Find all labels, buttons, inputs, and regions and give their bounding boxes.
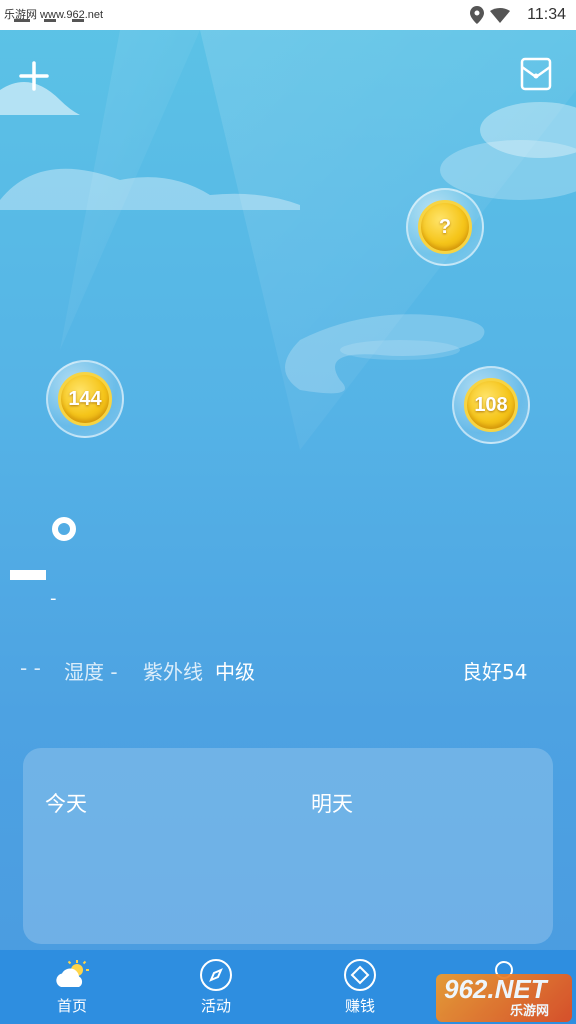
temperature-placeholder (10, 570, 46, 580)
coin-bubble[interactable]: ? (406, 188, 484, 266)
status-bar: 乐游网 www.962.net 11:34 (0, 0, 576, 30)
tab-label: 赚钱 (344, 997, 375, 1015)
humidity-info: 湿度 - (64, 660, 118, 684)
coin-bubble[interactable]: 108 (452, 366, 530, 444)
uv-value: 中级 (215, 660, 255, 684)
tab-home[interactable]: 首页 (0, 950, 144, 1024)
weather-description: - (50, 588, 57, 609)
tab-earn[interactable]: 赚钱 (288, 950, 432, 1024)
coin-bubble[interactable]: 144 (46, 360, 124, 438)
coin-value: 108 (474, 393, 508, 416)
coin-value: 144 (68, 387, 102, 410)
compass-icon (197, 958, 235, 992)
coin-icon: 108 (464, 378, 518, 432)
watermark-logo: 962.NET 乐游网 (436, 974, 572, 1022)
notification-icon (14, 19, 30, 22)
red-envelope-button[interactable] (516, 54, 556, 94)
uv-label: 紫外线 (143, 660, 203, 684)
wind-info: - - (20, 656, 41, 680)
coin-icon: ? (418, 200, 472, 254)
forecast-card: 今天 明天 (23, 748, 553, 944)
envelope-icon (520, 57, 552, 91)
degree-symbol-icon (52, 517, 76, 541)
coin-value: ? (438, 215, 452, 238)
tab-label: 活动 (200, 997, 231, 1015)
diamond-icon (341, 958, 379, 992)
weather-info-row: - - 湿度 - 紫外线 中级 良好54 (20, 656, 540, 688)
plus-icon (19, 61, 49, 91)
weather-sun-cloud-icon (53, 958, 91, 992)
tab-label: 首页 (56, 997, 87, 1015)
wifi-icon (490, 8, 510, 28)
notification-icon (44, 19, 56, 22)
watermark-logo-sub: 乐游网 (510, 1004, 550, 1019)
forecast-tomorrow-label: 明天 (311, 792, 353, 816)
forecast-today-label: 今天 (45, 792, 87, 816)
status-time: 11:34 (527, 6, 566, 23)
tab-activity[interactable]: 活动 (144, 950, 288, 1024)
coin-icon: 144 (58, 372, 112, 426)
location-icon (470, 6, 484, 29)
notification-icon (72, 19, 84, 22)
air-quality[interactable]: 良好54 (462, 656, 527, 685)
add-city-button[interactable] (14, 56, 54, 96)
